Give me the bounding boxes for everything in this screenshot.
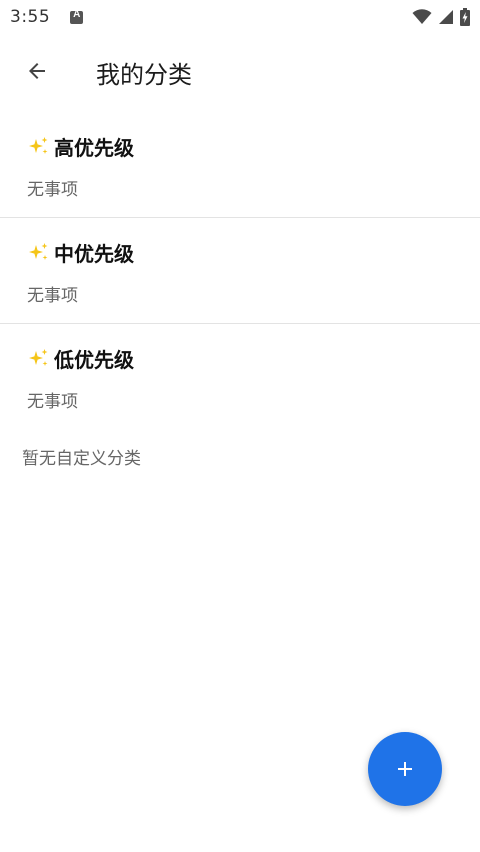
back-button[interactable] <box>14 48 60 94</box>
status-icons <box>412 0 470 34</box>
category-item-medium-priority[interactable]: 中优先级 无事项 <box>0 218 480 324</box>
plus-icon <box>398 762 412 776</box>
wifi-icon <box>412 9 432 24</box>
cell-signal-icon <box>439 10 453 24</box>
category-name: 低优先级 <box>54 348 134 372</box>
add-category-button[interactable] <box>368 732 442 806</box>
category-header: 低优先级 <box>28 344 134 373</box>
app-notification-icon <box>70 9 84 24</box>
empty-custom-categories-text: 暂无自定义分类 <box>22 449 141 469</box>
sparkle-icon <box>29 136 48 154</box>
category-list: 高优先级 无事项 中优先级 无事项 低优先级 无事项 <box>0 112 480 430</box>
category-item-low-priority[interactable]: 低优先级 无事项 <box>0 324 480 430</box>
category-name: 中优先级 <box>54 242 134 266</box>
status-time: 3:55 <box>10 7 51 27</box>
sparkle-icon <box>29 348 48 366</box>
category-header: 高优先级 <box>28 132 134 161</box>
app-bar: 我的分类 <box>0 34 480 110</box>
status-bar: 3:55 <box>0 0 480 34</box>
category-name: 高优先级 <box>54 136 134 160</box>
sparkle-icon <box>29 242 48 260</box>
category-item-high-priority[interactable]: 高优先级 无事项 <box>0 112 480 218</box>
category-header: 中优先级 <box>28 238 134 267</box>
category-subtitle: 无事项 <box>27 286 78 306</box>
arrow-left-icon <box>29 63 45 79</box>
category-subtitle: 无事项 <box>27 180 78 200</box>
battery-charging-icon <box>460 8 470 26</box>
page-title: 我的分类 <box>96 61 192 89</box>
category-subtitle: 无事项 <box>27 392 78 412</box>
